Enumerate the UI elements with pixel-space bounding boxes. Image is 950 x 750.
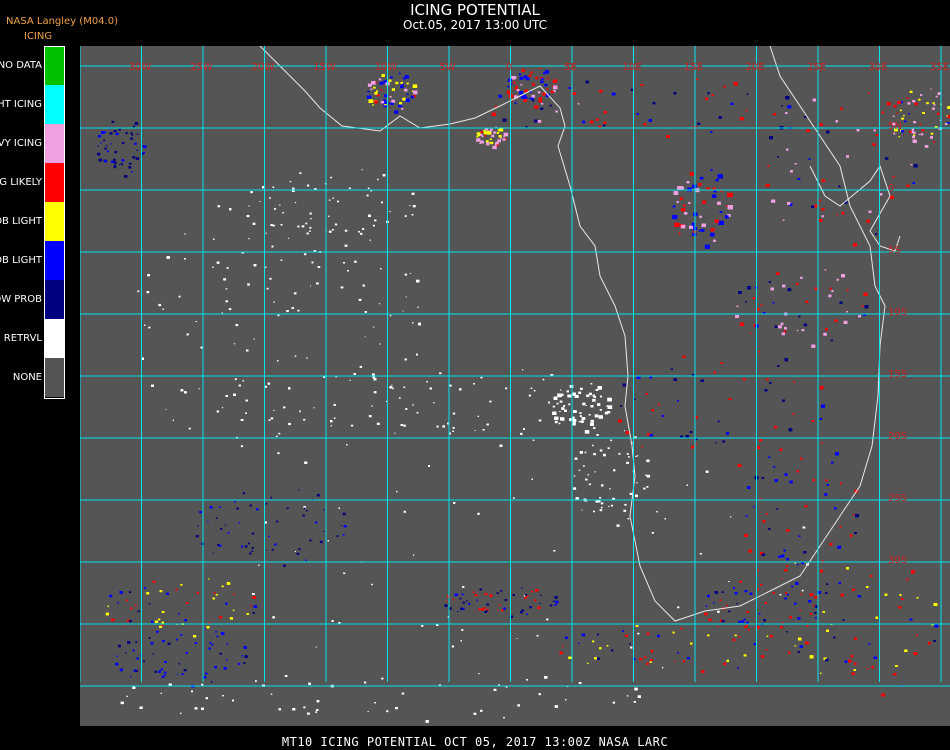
latitude-label: 10S: [888, 307, 907, 318]
legend-item: LOW PROB: [0, 280, 66, 319]
longitude-label: 35E: [930, 62, 949, 73]
longitude-label: 0: [506, 62, 512, 73]
latitude-label: 5N: [888, 121, 902, 132]
legend-label: NONE: [12, 371, 42, 383]
longitude-label: 20E: [745, 62, 764, 73]
legend-label: LO PROB LIGHT: [0, 254, 42, 266]
legend-swatch: [45, 241, 64, 280]
longitude-label: 20W: [252, 62, 275, 73]
color-legend: NO DATA NIGHT ICING HEAVY ICING MOG LIKELY H…: [0, 46, 66, 401]
legend-label: LOW PROB: [0, 293, 42, 305]
longitude-label: 5E: [564, 62, 577, 73]
legend-swatch: [45, 46, 64, 85]
legend-item: NIGHT ICING: [0, 85, 66, 124]
icing-map: 30W25W20W15W10W5W05E10E15E20E25E30E35E40…: [80, 46, 950, 726]
longitude-label: 15E: [684, 62, 703, 73]
legend-swatch: [45, 163, 64, 202]
longitude-label: 25W: [190, 62, 213, 73]
product-label: ICING: [24, 31, 53, 42]
footer-caption: MT10 ICING POTENTIAL OCT 05, 2017 13:00Z…: [281, 735, 669, 749]
latitude-label: 0: [888, 183, 894, 194]
legend-item: NONE: [0, 358, 66, 397]
legend-item: HEAVY ICING: [0, 124, 66, 163]
legend-label: HEAVY ICING: [0, 137, 42, 149]
longitude-label: 15W: [313, 62, 336, 73]
legend-item: NO RETRVL: [0, 319, 66, 358]
map-timestamp: Oct.05, 2017 13:00 UTC: [403, 18, 547, 32]
latitude-label: 5S: [888, 245, 901, 256]
legend-swatch: [45, 319, 64, 358]
longitude-label: 30E: [868, 62, 887, 73]
map-title: ICING POTENTIAL: [410, 1, 540, 19]
legend-label: NO DATA: [0, 59, 42, 71]
latitude-label: 25S: [888, 493, 907, 504]
legend-swatch: [45, 202, 64, 241]
latitude-label: 20S: [888, 431, 907, 442]
longitude-label: 25E: [807, 62, 826, 73]
legend-swatch: [45, 358, 64, 397]
legend-swatch: [45, 124, 64, 163]
producer-label: NASA Langley (M04.0): [6, 16, 118, 27]
legend-swatch: [45, 280, 64, 319]
legend-label: NIGHT ICING: [0, 98, 42, 110]
latitude-label: 15S: [888, 369, 907, 380]
longitude-label: 30W: [129, 62, 152, 73]
longitude-label: 5W: [439, 62, 455, 73]
longitude-label: 10W: [375, 62, 398, 73]
legend-item: LO PROB LIGHT: [0, 241, 66, 280]
legend-swatch: [45, 85, 64, 124]
legend-label: NO RETRVL: [0, 332, 42, 344]
longitude-label: 10E: [622, 62, 641, 73]
legend-label: HI PROB LIGHT: [0, 215, 42, 227]
legend-item: MOG LIKELY: [0, 163, 66, 202]
legend-item: NO DATA: [0, 46, 66, 85]
legend-item: HI PROB LIGHT: [0, 202, 66, 241]
legend-label: MOG LIKELY: [0, 176, 42, 188]
latitude-label: 30S: [888, 555, 907, 566]
